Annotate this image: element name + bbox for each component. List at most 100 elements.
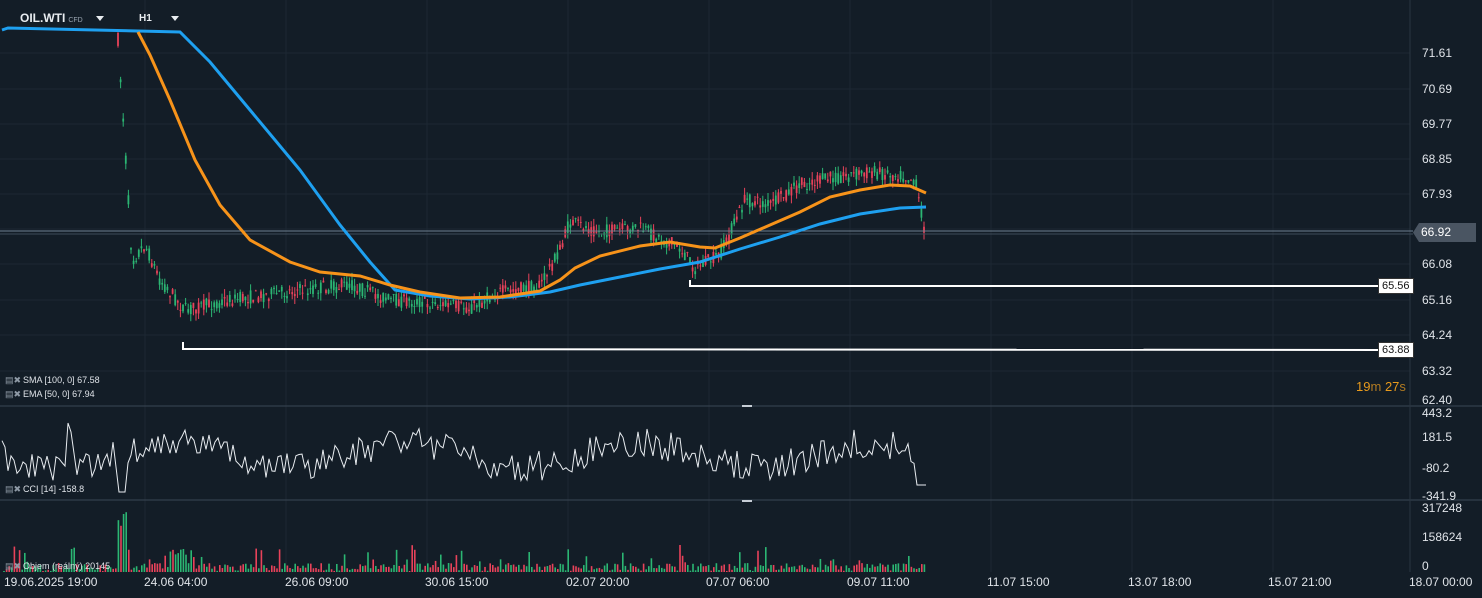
- candle-body: [436, 306, 439, 308]
- candle-body: [254, 290, 257, 292]
- candle-body: [117, 33, 119, 46]
- volume-bar: [325, 569, 328, 572]
- candle-body: [197, 302, 200, 314]
- volume-bar: [117, 520, 120, 572]
- price-axis-label: 64.24: [1422, 328, 1453, 342]
- level-tag[interactable]: 63.88: [1378, 342, 1414, 358]
- volume-bar: [655, 568, 658, 572]
- candle-body: [821, 173, 824, 180]
- level-tag[interactable]: 65.56: [1378, 278, 1414, 294]
- volume-bar: [762, 565, 764, 572]
- volume-bar: [429, 567, 432, 572]
- candle-body: [338, 288, 340, 290]
- candle-body: [156, 270, 158, 274]
- candle-body: [405, 297, 408, 307]
- indicator-volume[interactable]: ▤✖ Objem (reálný) 20145: [5, 561, 110, 572]
- chart-canvas[interactable]: [0, 0, 1482, 598]
- volume-bar: [180, 549, 182, 572]
- volume-bar: [876, 566, 879, 572]
- candle-body: [546, 275, 548, 277]
- indicator-ema[interactable]: ▤✖ EMA [50, 0] 67.94: [5, 389, 95, 400]
- candle-body: [845, 173, 847, 177]
- volume-bar: [759, 565, 762, 572]
- candle-body: [301, 292, 304, 294]
- volume-bar: [447, 563, 450, 572]
- candle-body: [158, 278, 161, 285]
- volume-bar: [562, 564, 564, 572]
- candle-body: [738, 206, 741, 208]
- candle-body: [228, 294, 231, 303]
- volume-bar: [640, 570, 642, 572]
- volume-bar: [434, 560, 437, 572]
- volume-bar: [463, 563, 465, 572]
- volume-bar: [544, 566, 546, 572]
- volume-bar: [798, 565, 801, 572]
- candle-body: [855, 168, 858, 180]
- volume-bar: [489, 563, 491, 572]
- volume-bar: [484, 566, 486, 572]
- volume-bar: [226, 565, 229, 572]
- volume-bar: [377, 569, 380, 572]
- settings-icon[interactable]: ▤✖: [5, 484, 21, 494]
- volume-bar: [583, 565, 585, 572]
- volume-bar: [520, 569, 523, 572]
- volume-bar: [541, 569, 543, 572]
- volume-bar: [356, 569, 359, 572]
- volume-bar: [453, 567, 455, 572]
- volume-bar: [577, 567, 580, 572]
- volume-bar: [237, 570, 239, 572]
- volume-bar: [796, 569, 798, 572]
- volume-bar: [554, 567, 556, 572]
- candle-body: [364, 295, 366, 297]
- settings-icon[interactable]: ▤✖: [5, 389, 21, 399]
- candle-body: [340, 279, 343, 288]
- volume-bar: [276, 568, 278, 572]
- volume-bar: [609, 570, 611, 572]
- candle-body: [548, 263, 551, 267]
- volume-bar: [853, 565, 855, 572]
- volume-bar: [754, 566, 757, 572]
- volume-bar: [362, 566, 364, 572]
- candle-body: [920, 208, 923, 218]
- candle-body: [395, 294, 398, 306]
- volume-bar: [575, 566, 577, 572]
- timeframe-selector[interactable]: H1: [139, 13, 179, 24]
- indicator-cci[interactable]: ▤✖ CCI [14] -158.8: [5, 484, 84, 495]
- volume-bar: [845, 565, 848, 572]
- volume-bar: [684, 562, 686, 572]
- volume-bar: [369, 568, 372, 572]
- volume-bar: [749, 570, 751, 572]
- symbol-selector[interactable]: OIL.WTI CFD: [20, 11, 105, 25]
- settings-icon[interactable]: ▤✖: [5, 375, 21, 385]
- volume-bar: [869, 567, 871, 572]
- candle-body: [304, 285, 307, 287]
- volume-bar: [622, 552, 624, 572]
- volume-bar: [250, 564, 252, 572]
- volume-bar: [606, 563, 608, 572]
- volume-bar: [507, 563, 510, 572]
- candle-body: [795, 185, 798, 193]
- volume-bar: [112, 568, 114, 572]
- volume-bar: [312, 568, 315, 572]
- volume-bar: [406, 559, 408, 572]
- volume-bar: [518, 564, 520, 572]
- volume-bar: [317, 569, 320, 572]
- candle-body: [522, 284, 525, 291]
- settings-icon[interactable]: ▤✖: [5, 561, 21, 571]
- volume-bar: [284, 563, 286, 572]
- volume-bar: [817, 567, 819, 572]
- volume-bar: [593, 569, 595, 572]
- indicator-sma[interactable]: ▤✖ SMA [100, 0] 67.58: [5, 375, 100, 386]
- volume-bar: [200, 556, 203, 572]
- volume-bar: [757, 550, 759, 572]
- candle-body: [759, 205, 762, 208]
- volume-bar: [408, 570, 411, 572]
- candle-body: [621, 223, 624, 229]
- volume-bar: [468, 569, 471, 572]
- volume-bar: [616, 564, 619, 572]
- candle-body: [332, 281, 335, 291]
- candle-body: [132, 260, 135, 265]
- volume-bar: [661, 567, 663, 572]
- candle-body: [247, 301, 249, 304]
- candle-body: [572, 219, 574, 226]
